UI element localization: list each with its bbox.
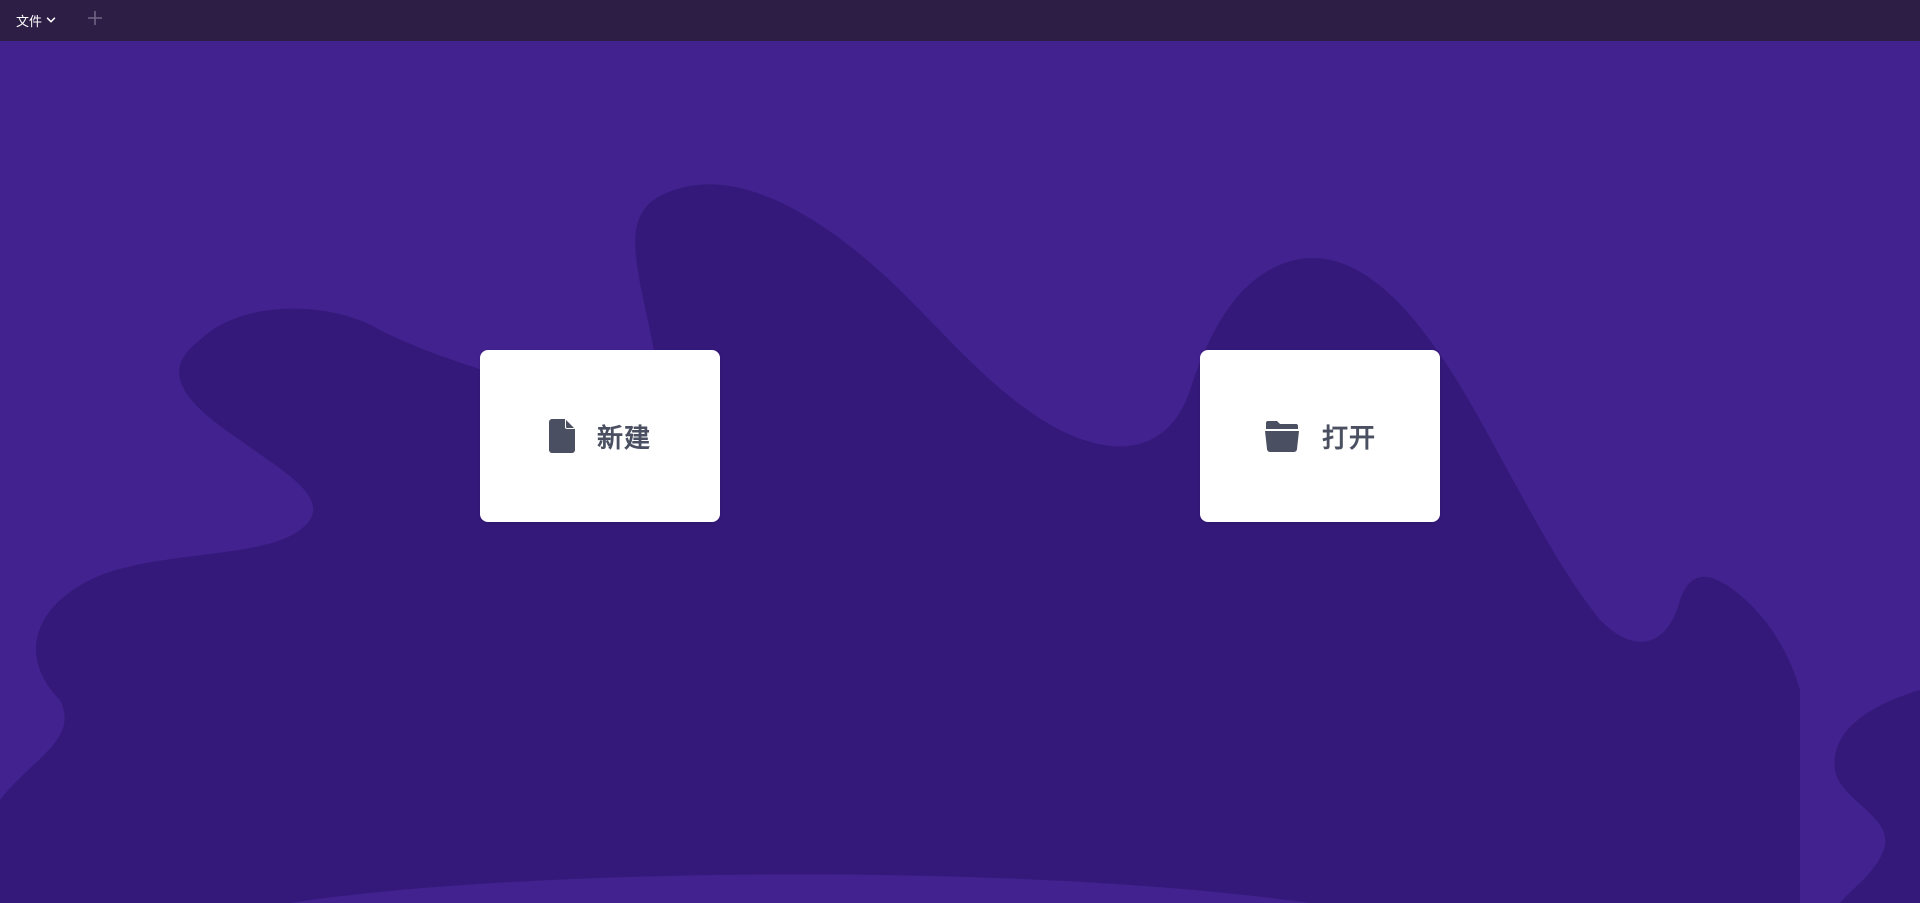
chevron-down-icon xyxy=(46,15,56,25)
plus-icon xyxy=(87,10,103,30)
top-bar: 文件 xyxy=(0,0,1920,41)
file-menu-label: 文件 xyxy=(16,14,43,30)
open-file-label: 打开 xyxy=(1321,423,1376,454)
new-file-label: 新建 xyxy=(596,423,651,454)
file-icon xyxy=(548,419,575,453)
folder-open-icon xyxy=(1264,420,1300,452)
new-file-card[interactable]: 新建 xyxy=(480,350,720,522)
app-window: 文件 新建 打开 xyxy=(0,0,1920,903)
add-tab-button[interactable] xyxy=(86,9,104,31)
background-wave-shape xyxy=(0,184,1920,903)
open-file-card[interactable]: 打开 xyxy=(1200,350,1440,522)
file-menu-button[interactable]: 文件 xyxy=(16,10,56,30)
